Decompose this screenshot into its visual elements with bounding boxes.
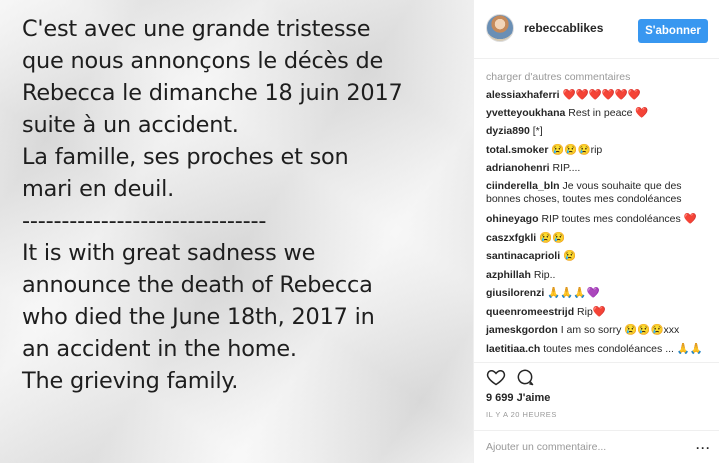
- comment: caszxfgkli 😢😢: [486, 232, 712, 245]
- add-comment-row: ···: [474, 430, 719, 464]
- action-bar: [474, 362, 719, 387]
- photo-text-line: C'est avec une grande tristesse: [22, 16, 371, 42]
- photo-text-line: who died the June 18th, 2017 in: [22, 304, 375, 330]
- comment-username[interactable]: ciinderella_bln: [486, 180, 560, 192]
- comment-text: RIP....: [552, 162, 581, 174]
- comment-username[interactable]: giusilorenzi: [486, 287, 544, 299]
- comment-username[interactable]: yvetteyoukhana: [486, 107, 565, 119]
- photo-text-line: an accident in the home.: [22, 336, 297, 362]
- comment-text: Rest in peace ❤️: [568, 107, 649, 119]
- post-sidebar: rebeccablikes S'abonner charger d'autres…: [473, 0, 719, 463]
- photo-text-line: Rebecca le dimanche 18 juin 2017: [22, 80, 403, 106]
- comment-text: ❤️❤️❤️❤️❤️❤️: [562, 89, 641, 101]
- comment: total.smoker 😢😢😢rip: [486, 144, 712, 157]
- comment: jamesk­gordon I am so sorry 😢😢😢xxx: [486, 324, 712, 337]
- comment-text: 😢😢: [539, 232, 566, 244]
- comment-username[interactable]: caszxfgkli: [486, 232, 536, 244]
- comment: alessiaxhaferri ❤️❤️❤️❤️❤️❤️: [486, 89, 712, 102]
- photo-text-line: announce the death of Rebecca: [22, 272, 373, 298]
- comment: adrianohenri RIP....: [486, 162, 712, 175]
- comment-username[interactable]: santinacaprioli: [486, 250, 560, 262]
- comment: laetitiaa.ch toutes mes condoléances ...…: [486, 343, 712, 356]
- comment-username[interactable]: laetitiaa.ch: [486, 343, 540, 355]
- comment-text: I am so sorry 😢😢😢xxx: [560, 324, 680, 336]
- comment-username[interactable]: ohineyago: [486, 213, 539, 225]
- comment: giusilorenzi 🙏🙏🙏💜: [486, 287, 712, 300]
- photo-text-line: The grieving family.: [22, 368, 239, 394]
- header-username[interactable]: rebeccablikes: [524, 21, 603, 35]
- comment-username[interactable]: queenromeestrijd: [486, 306, 574, 318]
- comment-text: 🙏🙏🙏💜: [547, 287, 600, 299]
- comment: dyzia890 [*]: [486, 125, 712, 138]
- avatar[interactable]: [486, 14, 514, 42]
- comment-text: Rip..: [533, 269, 556, 281]
- likes-count[interactable]: 9 699 J'aime: [486, 392, 550, 404]
- comment-username[interactable]: dyzia890: [486, 125, 530, 137]
- comment-username[interactable]: alessiaxhaferri: [486, 89, 560, 101]
- comment-text: toutes mes condoléances ... 🙏🙏: [543, 343, 704, 355]
- comment: ciinderella_bln Je vous souhaite que des…: [486, 180, 712, 206]
- comment: yvetteyoukhana Rest in peace ❤️: [486, 107, 712, 120]
- add-comment-input[interactable]: [484, 438, 688, 456]
- post-header: rebeccablikes S'abonner: [474, 0, 719, 59]
- comment: azphillah Rip..: [486, 269, 712, 282]
- comment-text: [*]: [532, 125, 543, 137]
- comment-username[interactable]: azphillah: [486, 269, 531, 281]
- photo-text-line: suite à un accident.: [22, 112, 239, 138]
- comment-username[interactable]: total.smoker: [486, 144, 548, 156]
- post-timestamp: IL Y A 20 HEURES: [486, 410, 557, 419]
- comment-username[interactable]: jamesk­gordon: [486, 324, 558, 336]
- comment: queenromeestrijd Rip❤️: [486, 306, 712, 319]
- photo-text-line: La famille, ses proches et son: [22, 144, 349, 170]
- comment-icon[interactable]: [515, 367, 535, 387]
- post-photo: C'est avec une grande tristesse que nous…: [0, 0, 473, 463]
- comments-list[interactable]: charger d'autres commentaires alessiaxha…: [474, 59, 719, 361]
- comment-text: RIP toutes mes condoléances ❤️: [541, 213, 697, 225]
- follow-button[interactable]: S'abonner: [638, 19, 708, 43]
- photo-text-line: mari en deuil.: [22, 176, 175, 202]
- heart-icon[interactable]: [486, 367, 506, 387]
- more-dots-icon[interactable]: ···: [696, 441, 711, 455]
- comment-text: 😢😢😢rip: [551, 144, 603, 156]
- comment-username[interactable]: adrianohenri: [486, 162, 550, 174]
- comment-text: Rip❤️: [577, 306, 606, 318]
- comment: ohineyago RIP toutes mes condoléances ❤️: [486, 213, 712, 226]
- photo-text-line: que nous annonçons le décès de: [22, 48, 384, 74]
- comment-text: 😢: [563, 250, 577, 262]
- load-more-comments-link[interactable]: charger d'autres commentaires: [486, 71, 630, 83]
- photo-text: C'est avec une grande tristesse que nous…: [22, 13, 462, 397]
- photo-text-line: -------------------------------: [22, 208, 267, 234]
- photo-text-line: It is with great sadness we: [22, 240, 316, 266]
- comment: santinacaprioli 😢: [486, 250, 712, 263]
